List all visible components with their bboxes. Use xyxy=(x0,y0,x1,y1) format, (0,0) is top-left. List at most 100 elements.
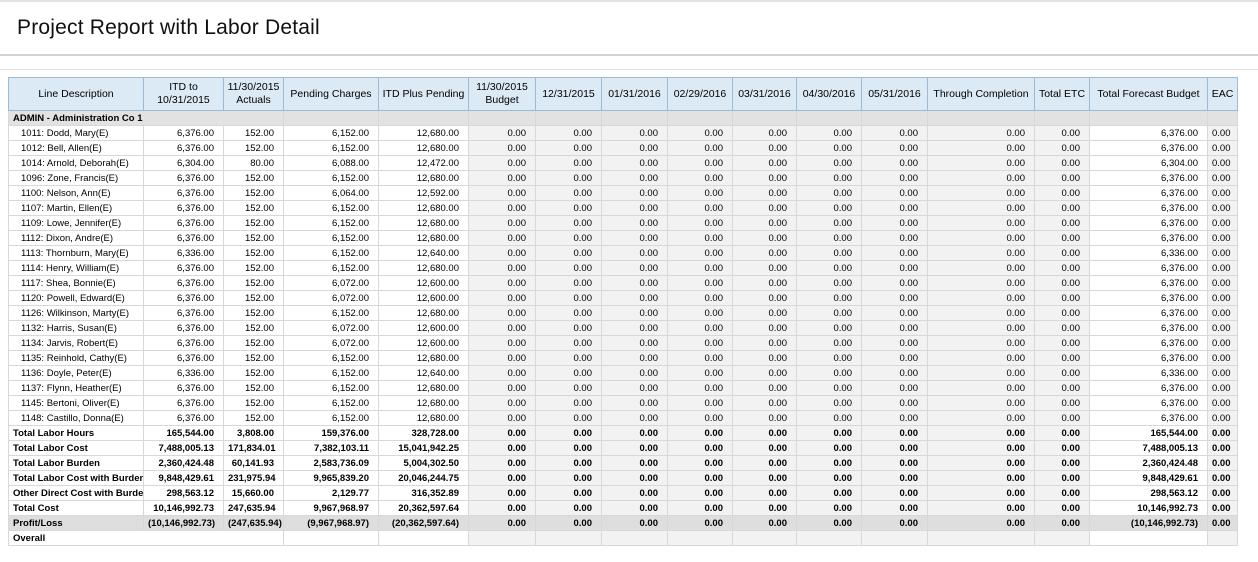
value-cell: 0.00 xyxy=(1208,291,1238,306)
value-cell: 0.00 xyxy=(469,381,536,396)
empty-cell xyxy=(602,111,668,126)
line-description-cell: 1135: Reinhold, Cathy(E) xyxy=(9,351,144,366)
value-cell: 152.00 xyxy=(224,366,284,381)
value-cell: 0.00 xyxy=(668,231,733,246)
value-cell: 0.00 xyxy=(928,186,1035,201)
value-cell: 0.00 xyxy=(602,501,668,516)
value-cell: 0.00 xyxy=(1035,216,1090,231)
line-description-cell: Total Labor Burden xyxy=(9,456,144,471)
value-cell: 0.00 xyxy=(1208,396,1238,411)
value-cell: 0.00 xyxy=(469,441,536,456)
value-cell: 0.00 xyxy=(668,171,733,186)
group-label-cell: Overall xyxy=(9,531,284,546)
value-cell: 6,072.00 xyxy=(284,336,379,351)
value-cell: 6,304.00 xyxy=(144,156,224,171)
value-cell: 12,640.00 xyxy=(379,366,469,381)
value-cell: 6,376.00 xyxy=(144,126,224,141)
page-title: Project Report with Labor Detail xyxy=(17,16,320,40)
value-cell: 0.00 xyxy=(602,396,668,411)
value-cell: 0.00 xyxy=(469,396,536,411)
value-cell: 12,600.00 xyxy=(379,276,469,291)
value-cell: 0.00 xyxy=(668,321,733,336)
value-cell: 0.00 xyxy=(536,396,602,411)
value-cell: 0.00 xyxy=(1208,441,1238,456)
value-cell: 0.00 xyxy=(1035,201,1090,216)
value-cell: 0.00 xyxy=(1035,321,1090,336)
value-cell: 0.00 xyxy=(602,246,668,261)
value-cell: 152.00 xyxy=(224,336,284,351)
value-cell: 6,376.00 xyxy=(144,381,224,396)
total-row: Other Direct Cost with Burden298,563.121… xyxy=(9,486,1238,501)
value-cell: 0.00 xyxy=(1035,126,1090,141)
line-description-cell: 1134: Jarvis, Robert(E) xyxy=(9,336,144,351)
value-cell: 0.00 xyxy=(1208,351,1238,366)
line-description-cell: 1114: Henry, William(E) xyxy=(9,261,144,276)
value-cell: 0.00 xyxy=(733,306,797,321)
value-cell: 0.00 xyxy=(536,261,602,276)
value-cell: 2,360,424.48 xyxy=(1090,456,1208,471)
empty-cell xyxy=(469,531,536,546)
value-cell: 0.00 xyxy=(1035,486,1090,501)
value-cell: 5,004,302.50 xyxy=(379,456,469,471)
value-cell: 0.00 xyxy=(1208,381,1238,396)
value-cell: 2,360,424.48 xyxy=(144,456,224,471)
value-cell: 0.00 xyxy=(1035,396,1090,411)
value-cell: 0.00 xyxy=(668,126,733,141)
value-cell: 0.00 xyxy=(1208,456,1238,471)
value-cell: 0.00 xyxy=(1035,306,1090,321)
value-cell: 0.00 xyxy=(602,366,668,381)
header-row: Line DescriptionITD to 10/31/201511/30/2… xyxy=(9,78,1238,111)
value-cell: 6,376.00 xyxy=(1090,201,1208,216)
value-cell: 298,563.12 xyxy=(1090,486,1208,501)
value-cell: 0.00 xyxy=(469,456,536,471)
value-cell: 0.00 xyxy=(1035,261,1090,276)
value-cell: 0.00 xyxy=(1208,141,1238,156)
value-cell: 152.00 xyxy=(224,186,284,201)
value-cell: 0.00 xyxy=(797,381,862,396)
value-cell: 6,152.00 xyxy=(284,246,379,261)
value-cell: (10,146,992.73) xyxy=(144,516,224,531)
value-cell: 152.00 xyxy=(224,381,284,396)
value-cell: (247,635.94) xyxy=(224,516,284,531)
value-cell: 0.00 xyxy=(928,231,1035,246)
value-cell: 152.00 xyxy=(224,231,284,246)
value-cell: 0.00 xyxy=(668,141,733,156)
value-cell: 6,376.00 xyxy=(144,201,224,216)
value-cell: 0.00 xyxy=(602,291,668,306)
column-header: 11/30/2015 Actuals xyxy=(224,78,284,111)
value-cell: 165,544.00 xyxy=(144,426,224,441)
line-description-cell: Total Cost xyxy=(9,501,144,516)
value-cell: 0.00 xyxy=(862,366,928,381)
line-description-cell: 1132: Harris, Susan(E) xyxy=(9,321,144,336)
empty-cell xyxy=(536,111,602,126)
value-cell: 0.00 xyxy=(536,171,602,186)
value-cell: 0.00 xyxy=(733,216,797,231)
value-cell: 15,041,942.25 xyxy=(379,441,469,456)
value-cell: 0.00 xyxy=(928,306,1035,321)
value-cell: 0.00 xyxy=(862,321,928,336)
empty-cell xyxy=(797,111,862,126)
value-cell: 0.00 xyxy=(733,261,797,276)
value-cell: 7,382,103.11 xyxy=(284,441,379,456)
value-cell: 60,141.93 xyxy=(224,456,284,471)
value-cell: 0.00 xyxy=(536,246,602,261)
value-cell: 0.00 xyxy=(602,381,668,396)
value-cell: 0.00 xyxy=(668,336,733,351)
value-cell: 152.00 xyxy=(224,396,284,411)
empty-cell xyxy=(862,111,928,126)
value-cell: 0.00 xyxy=(469,366,536,381)
value-cell: 0.00 xyxy=(469,261,536,276)
line-description-cell: 1145: Bertoni, Oliver(E) xyxy=(9,396,144,411)
value-cell: 0.00 xyxy=(536,156,602,171)
value-cell: 0.00 xyxy=(668,516,733,531)
value-cell: 0.00 xyxy=(928,216,1035,231)
value-cell: 0.00 xyxy=(862,516,928,531)
value-cell: 0.00 xyxy=(1208,186,1238,201)
value-cell: 0.00 xyxy=(469,471,536,486)
value-cell: 12,680.00 xyxy=(379,411,469,426)
employee-row: 1113: Thornburn, Mary(E)6,336.00152.006,… xyxy=(9,246,1238,261)
value-cell: 6,072.00 xyxy=(284,291,379,306)
value-cell: 0.00 xyxy=(797,471,862,486)
value-cell: 0.00 xyxy=(668,186,733,201)
value-cell: 0.00 xyxy=(928,501,1035,516)
